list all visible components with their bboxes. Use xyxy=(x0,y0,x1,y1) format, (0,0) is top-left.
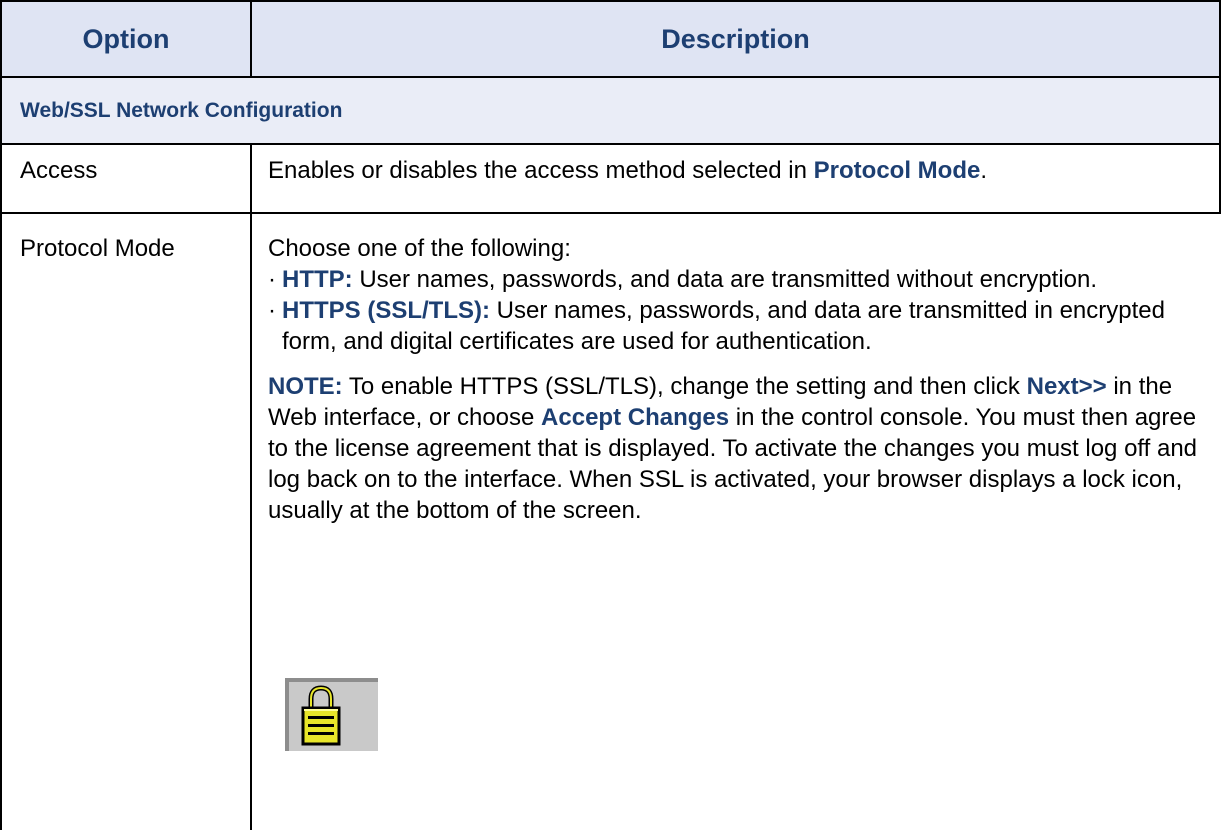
note-label: NOTE: xyxy=(268,373,343,400)
note-text-1: To enable HTTPS (SSL/TLS), change the se… xyxy=(342,373,1027,400)
description-access-text: Enables or disables the access method se… xyxy=(268,157,814,184)
header-column-divider xyxy=(250,0,252,76)
list-item: · HTTPS (SSL/TLS): User names, passwords… xyxy=(268,295,1208,357)
description-protocol-mode: Choose one of the following: · HTTP: Use… xyxy=(268,233,1208,526)
next-reference: Next>> xyxy=(1026,373,1107,400)
note-paragraph: NOTE: To enable HTTPS (SSL/TLS), change … xyxy=(268,371,1208,526)
header-divider xyxy=(0,76,1221,78)
row-divider xyxy=(0,212,1221,214)
description-access: Enables or disables the access method se… xyxy=(268,155,1208,186)
bullet-icon: · xyxy=(268,266,276,293)
https-term: HTTPS (SSL/TLS): xyxy=(282,297,490,324)
lock-icon-frame xyxy=(285,678,378,751)
options-table: Option Description Web/SSL Network Confi… xyxy=(0,0,1221,830)
column-divider xyxy=(250,143,252,830)
section-title: Web/SSL Network Configuration xyxy=(20,98,343,122)
protocol-options-list: · HTTP: User names, passwords, and data … xyxy=(268,264,1208,357)
protocol-intro: Choose one of the following: xyxy=(268,235,571,262)
option-column-header: Option xyxy=(82,23,170,54)
description-access-end: . xyxy=(980,157,987,184)
http-term: HTTP: xyxy=(282,266,353,293)
option-access: Access xyxy=(20,157,98,184)
list-item: · HTTP: User names, passwords, and data … xyxy=(268,264,1208,295)
table-border-left xyxy=(0,0,2,830)
table-border-top xyxy=(0,0,1221,2)
lock-icon xyxy=(301,685,341,746)
accept-changes-reference: Accept Changes xyxy=(541,404,730,431)
section-divider xyxy=(0,143,1221,145)
bullet-icon: · xyxy=(268,297,276,324)
http-description: User names, passwords, and data are tran… xyxy=(352,266,1098,293)
option-protocol-mode: Protocol Mode xyxy=(20,235,175,262)
description-column-header: Description xyxy=(661,23,810,54)
protocol-mode-reference: Protocol Mode xyxy=(813,157,981,184)
